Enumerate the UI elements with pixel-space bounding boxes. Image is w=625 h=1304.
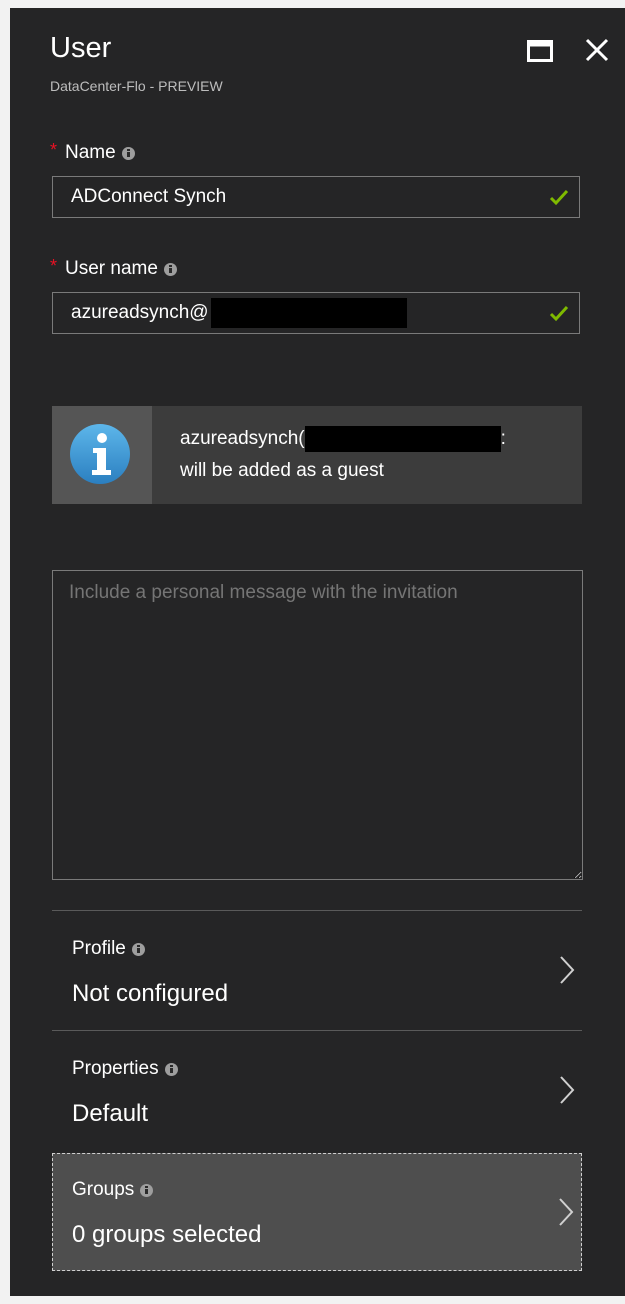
nav-row-profile[interactable]: Profile Not configured <box>52 912 582 1030</box>
user-blade: User DataCenter-Flo - PREVIEW * Name ADC… <box>10 8 625 1296</box>
info-icon[interactable] <box>163 262 177 276</box>
info-icon[interactable] <box>140 1183 154 1197</box>
groups-label: Groups <box>72 1179 135 1200</box>
info-icon[interactable] <box>164 1062 178 1076</box>
username-input-value: azureadsynch@ <box>71 302 209 323</box>
info-icon[interactable] <box>131 942 145 956</box>
info-banner-icon-cell <box>52 406 152 504</box>
info-icon[interactable] <box>121 146 135 160</box>
banner-line-2: will be added as a guest <box>180 460 384 481</box>
personal-message-input[interactable] <box>52 570 583 880</box>
page-title: User <box>50 32 112 64</box>
properties-value: Default <box>72 1100 149 1127</box>
nav-label: Groups <box>72 1179 154 1201</box>
maximize-icon[interactable] <box>527 40 553 62</box>
nav-row-groups[interactable]: Groups 0 groups selected <box>52 1153 582 1271</box>
required-star: * <box>50 255 58 276</box>
info-circle-icon <box>70 424 130 484</box>
nav-label: Properties <box>72 1058 178 1080</box>
groups-value: 0 groups selected <box>72 1221 262 1248</box>
chevron-right-icon <box>560 956 575 984</box>
nav-label: Profile <box>72 938 145 960</box>
banner-email: azureadsynch( <box>180 428 305 450</box>
required-star: * <box>50 139 58 160</box>
username-label-text: User name <box>65 258 158 279</box>
name-input[interactable]: ADConnect Synch <box>52 176 580 218</box>
banner-email-suffix: : <box>500 428 506 450</box>
check-icon <box>549 189 569 206</box>
redaction-block <box>304 426 501 452</box>
name-label-text: Name <box>65 142 116 163</box>
page-subtitle: DataCenter-Flo - PREVIEW <box>50 78 223 94</box>
name-label: * Name <box>50 139 135 164</box>
redaction-block <box>210 298 407 328</box>
close-icon[interactable] <box>583 36 611 64</box>
chevron-right-icon <box>560 1076 575 1104</box>
banner-line-1: azureadsynch(: <box>180 426 506 452</box>
nav-row-properties[interactable]: Properties Default <box>52 1032 582 1150</box>
profile-label: Profile <box>72 938 126 959</box>
name-input-value: ADConnect Synch <box>71 186 227 207</box>
username-label: * User name <box>50 255 177 280</box>
guest-info-banner: azureadsynch(: will be added as a guest <box>52 406 582 504</box>
divider <box>52 1030 582 1031</box>
properties-label: Properties <box>72 1058 159 1079</box>
divider <box>52 910 582 911</box>
check-icon <box>549 305 569 322</box>
profile-value: Not configured <box>72 980 229 1007</box>
username-input[interactable]: azureadsynch@ <box>52 292 580 334</box>
chevron-right-icon <box>559 1198 574 1226</box>
